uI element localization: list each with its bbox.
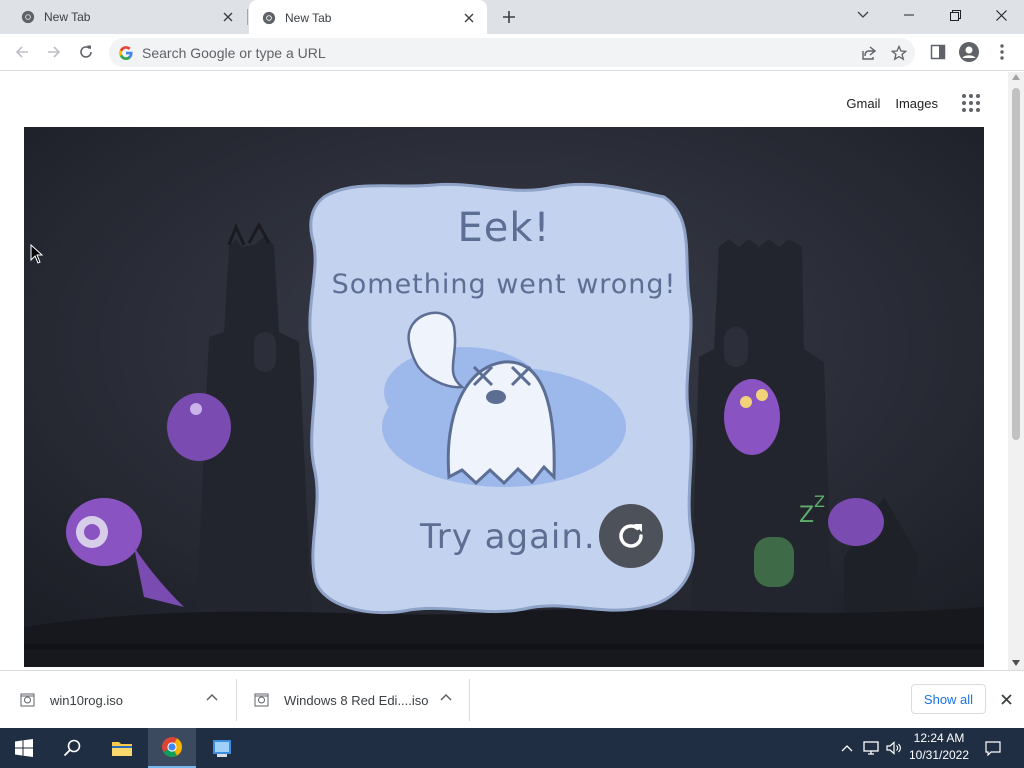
taskbar-clock[interactable]: 12:24 AM 10/31/2022 xyxy=(906,730,972,766)
refresh-icon xyxy=(619,524,643,548)
svg-text:Z: Z xyxy=(814,492,825,511)
google-top-links: Gmail Images xyxy=(831,94,980,112)
side-panel-button[interactable] xyxy=(924,38,952,66)
chrome-logo-icon xyxy=(162,737,182,757)
scrollbar-thumb[interactable] xyxy=(1012,88,1020,440)
download-filename: win10rog.iso xyxy=(50,692,123,708)
start-button[interactable] xyxy=(0,728,48,768)
plus-icon xyxy=(503,11,515,23)
svg-text:Z: Z xyxy=(799,503,814,528)
tab-title: New Tab xyxy=(285,10,332,25)
share-icon[interactable] xyxy=(861,45,877,61)
chevron-up-icon[interactable] xyxy=(440,693,452,701)
clock-time: 12:24 AM xyxy=(913,731,965,745)
tab-new-tab-1[interactable]: New Tab xyxy=(8,0,246,34)
download-item[interactable]: Windows 8 Red Edi....iso xyxy=(254,671,470,729)
restore-icon xyxy=(949,9,961,21)
close-window-button[interactable] xyxy=(978,0,1024,30)
mouse-cursor-icon xyxy=(30,244,44,264)
side-panel-icon xyxy=(930,44,946,60)
search-icon xyxy=(63,739,81,757)
network-tray-button[interactable] xyxy=(860,728,882,768)
file-explorer-taskbar-button[interactable] xyxy=(98,728,146,768)
search-taskbar-button[interactable] xyxy=(48,728,96,768)
windows-logo-icon xyxy=(15,739,33,757)
tab-strip: New Tab New Tab xyxy=(0,0,1024,35)
new-tab-button[interactable] xyxy=(496,5,522,29)
download-divider xyxy=(236,679,237,721)
action-center-button[interactable] xyxy=(980,728,1006,768)
show-hidden-icons-button[interactable] xyxy=(838,728,856,768)
arrow-left-icon xyxy=(15,46,28,58)
tab-close-icon[interactable] xyxy=(459,8,479,28)
download-item[interactable]: win10rog.iso xyxy=(20,671,236,729)
scroll-down-arrow-icon[interactable] xyxy=(1012,660,1020,666)
disc-image-file-icon xyxy=(20,693,35,707)
profile-button[interactable] xyxy=(955,38,983,66)
show-all-downloads-button[interactable]: Show all xyxy=(911,684,986,714)
chrome-favicon-icon xyxy=(261,10,277,26)
arrow-right-icon xyxy=(48,46,61,58)
chrome-menu-button[interactable] xyxy=(988,38,1016,66)
new-tab-page: Gmail Images Z Z Eek! Something went wro… xyxy=(0,72,1008,670)
forward-button[interactable] xyxy=(40,38,68,66)
gmail-link[interactable]: Gmail xyxy=(846,96,880,111)
minimize-icon xyxy=(904,14,914,16)
tab-close-icon[interactable] xyxy=(218,7,238,27)
app-taskbar-button[interactable] xyxy=(198,728,246,768)
browser-toolbar: Search Google or type a URL xyxy=(0,34,1024,71)
clock-date: 10/31/2022 xyxy=(908,748,970,762)
google-apps-grid-icon[interactable] xyxy=(962,94,980,112)
retry-button[interactable] xyxy=(599,504,663,568)
chevron-up-icon xyxy=(841,745,853,752)
kebab-menu-icon xyxy=(1000,44,1004,60)
disc-image-file-icon xyxy=(254,693,269,707)
download-shelf: win10rog.iso Windows 8 Red Edi....iso Sh… xyxy=(0,670,1024,728)
download-filename: Windows 8 Red Edi....iso xyxy=(284,692,429,708)
reload-button[interactable] xyxy=(72,38,100,66)
avatar-icon xyxy=(959,42,979,62)
folder-icon xyxy=(112,742,132,756)
tab-new-tab-2[interactable]: New Tab xyxy=(249,0,487,35)
google-g-icon xyxy=(119,45,133,60)
tab-search-button[interactable] xyxy=(840,0,886,30)
chevron-up-icon[interactable] xyxy=(206,693,218,701)
bookmark-star-icon[interactable] xyxy=(891,44,907,61)
chrome-favicon-icon xyxy=(20,9,36,25)
notification-icon xyxy=(985,740,1001,756)
chrome-taskbar-button[interactable] xyxy=(148,728,196,768)
address-bar[interactable]: Search Google or type a URL xyxy=(109,38,915,67)
try-again-label[interactable]: Try again. xyxy=(420,517,596,557)
reload-icon xyxy=(80,45,92,58)
speaker-icon xyxy=(886,741,901,755)
address-bar-placeholder: Search Google or type a URL xyxy=(142,44,326,61)
scroll-up-arrow-icon[interactable] xyxy=(1012,74,1020,80)
close-shelf-button[interactable] xyxy=(996,689,1016,709)
volume-tray-button[interactable] xyxy=(884,728,904,768)
error-message: Something went wrong! xyxy=(331,269,677,300)
doodle-game-frame[interactable]: Z Z Eek! Something went wrong! Try again… xyxy=(24,127,984,667)
close-icon xyxy=(1000,693,1012,705)
tab-title: New Tab xyxy=(44,10,91,24)
page-scrollbar[interactable] xyxy=(1008,72,1024,670)
restore-button[interactable] xyxy=(932,0,978,30)
network-icon xyxy=(863,741,879,755)
setup-app-icon xyxy=(213,740,231,757)
images-link[interactable]: Images xyxy=(895,96,938,111)
error-heading: Eek! xyxy=(457,205,551,251)
minimize-button[interactable] xyxy=(886,0,932,30)
windows-taskbar: 12:24 AM 10/31/2022 xyxy=(0,728,1024,768)
back-button[interactable] xyxy=(8,38,36,66)
close-icon xyxy=(995,9,1007,21)
chevron-down-icon xyxy=(857,11,869,18)
download-divider xyxy=(469,679,470,721)
tab-divider xyxy=(247,9,248,25)
